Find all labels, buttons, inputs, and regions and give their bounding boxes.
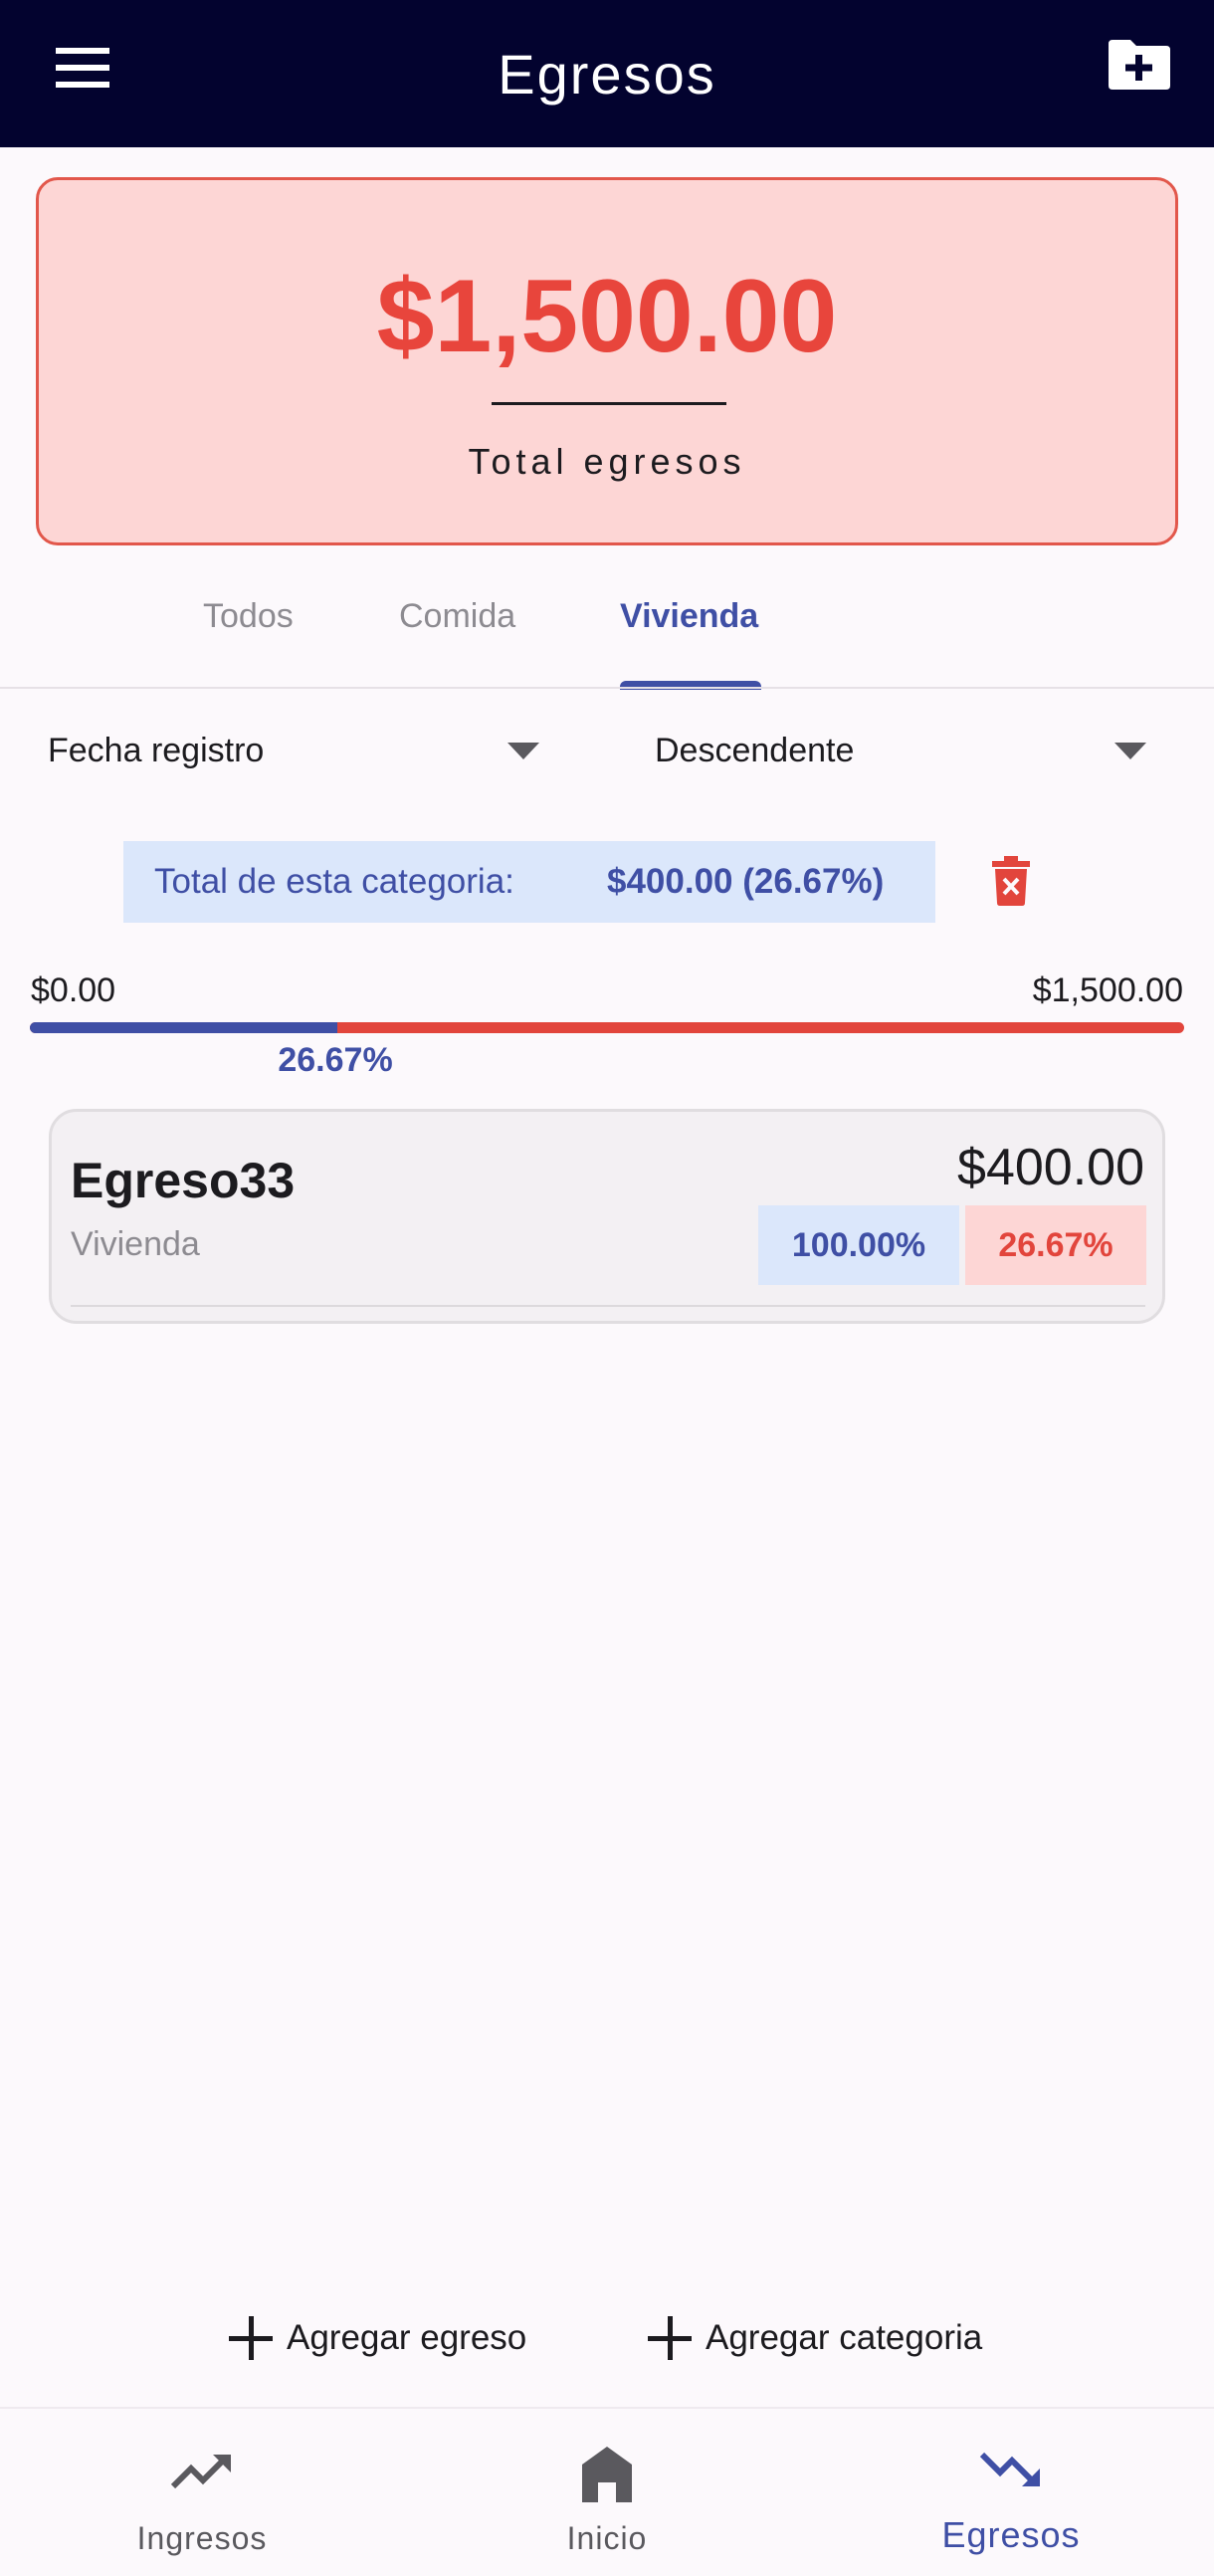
menu-icon[interactable]: [54, 44, 113, 92]
sort-order-dropdown[interactable]: Descendente: [655, 719, 1146, 782]
category-total-label: Total de esta categoria:: [154, 862, 514, 901]
category-total-value: $400.00 (26.67%): [607, 862, 885, 901]
sort-field-dropdown[interactable]: Fecha registro: [48, 719, 539, 782]
chevron-down-icon: [1114, 743, 1146, 759]
plus-icon: [229, 2316, 273, 2360]
nav-ingresos[interactable]: Ingresos: [53, 2409, 351, 2576]
expense-category: Vivienda: [71, 1225, 200, 1263]
expense-card[interactable]: Egreso33 Vivienda $400.00 100.00% 26.67%: [49, 1109, 1165, 1324]
trash-icon[interactable]: [991, 856, 1031, 906]
nav-inicio[interactable]: Inicio: [458, 2409, 756, 2576]
progress-fill: [30, 1022, 338, 1033]
chevron-down-icon: [507, 743, 539, 759]
total-label: Total egresos: [468, 441, 746, 482]
nav-egresos-label: Egresos: [941, 2514, 1081, 2555]
total-expenses-card: $1,500.00 Total egresos: [36, 177, 1178, 545]
nav-ingresos-label: Ingresos: [136, 2520, 268, 2556]
sort-order-value: Descendente: [655, 731, 855, 769]
nav-inicio-label: Inicio: [566, 2520, 648, 2556]
category-progress-bar: [30, 1022, 1184, 1033]
tab-vivienda[interactable]: Vivienda: [620, 597, 758, 636]
add-category-button[interactable]: Agregar categoria: [648, 2305, 982, 2371]
plus-icon: [648, 2316, 692, 2360]
category-total: Total de esta categoria: $400.00 (26.67%…: [123, 841, 935, 923]
expense-amount: $400.00: [957, 1139, 1144, 1196]
divider: [71, 1305, 1145, 1307]
trending-down-icon: [976, 2443, 1046, 2508]
add-expense-button[interactable]: Agregar egreso: [229, 2305, 526, 2371]
range-max-label: $1,500.00: [1032, 971, 1183, 1009]
tabs-divider: [0, 687, 1214, 689]
expense-name: Egreso33: [71, 1153, 296, 1208]
nav-egresos[interactable]: Egresos: [862, 2409, 1160, 2576]
app-bar: Egresos: [0, 0, 1214, 147]
home-icon: [572, 2443, 642, 2508]
divider: [492, 402, 726, 405]
total-amount: $1,500.00: [376, 259, 838, 374]
folder-add-icon[interactable]: [1107, 34, 1172, 94]
add-category-label: Agregar categoria: [706, 2318, 983, 2357]
total-percent-badge: 26.67%: [965, 1205, 1146, 1285]
add-expense-label: Agregar egreso: [287, 2318, 527, 2357]
category-tabs: Todos Comida Vivienda: [0, 587, 1214, 691]
trending-up-icon: [167, 2443, 237, 2508]
page-title: Egresos: [498, 42, 716, 106]
tab-comida[interactable]: Comida: [399, 597, 515, 636]
range-min-label: $0.00: [31, 971, 116, 1009]
bottom-navigation: Ingresos Inicio Egresos: [0, 2407, 1214, 2576]
tab-todos[interactable]: Todos: [203, 597, 294, 636]
sort-field-value: Fecha registro: [48, 731, 265, 769]
category-percent-badge: 100.00%: [758, 1205, 959, 1285]
progress-percent-label: 26.67%: [278, 1041, 393, 1079]
